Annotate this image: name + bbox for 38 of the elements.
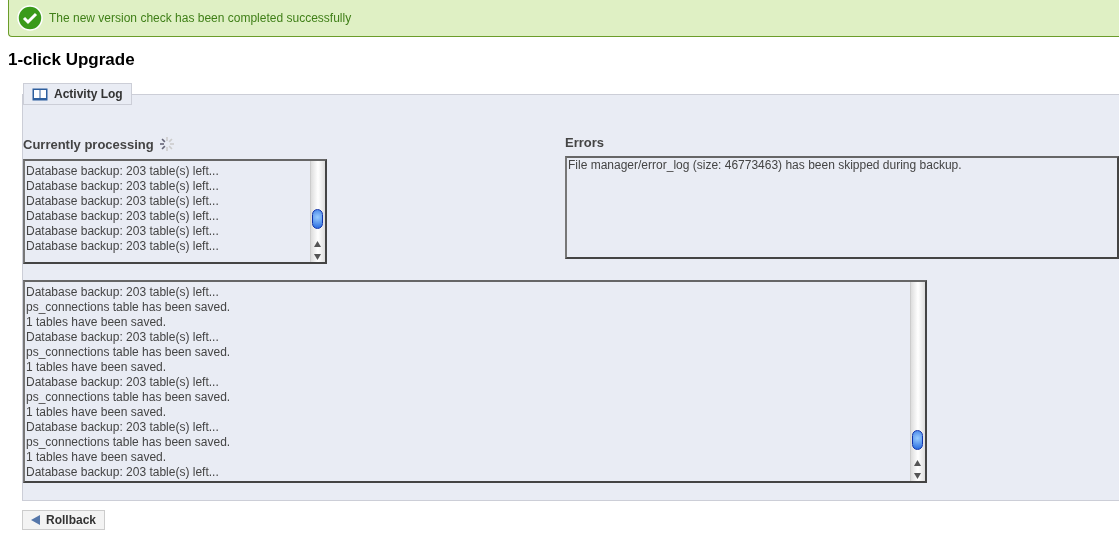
rollback-button[interactable]: Rollback [22, 510, 105, 530]
scrollbar[interactable] [910, 282, 925, 481]
log-line: Database backup: 203 table(s) left... [25, 224, 219, 239]
log-line: Database backup: 203 table(s) left... [25, 179, 219, 194]
processing-label: Currently processing [23, 136, 154, 152]
log-line: 1 tables have been saved. [25, 405, 167, 420]
scrollbar[interactable] [310, 161, 325, 262]
scroll-thumb[interactable] [312, 209, 323, 229]
scroll-up-icon[interactable] [914, 460, 921, 466]
log-line: Database backup: 203 table(s) left... [25, 375, 219, 390]
log-line: 1 tables have been saved. [25, 315, 167, 330]
log-line: 1 tables have been saved. [25, 360, 167, 375]
scroll-up-icon[interactable] [314, 241, 321, 247]
book-icon [32, 87, 48, 101]
banner-message: The new version check has been completed successfully [49, 11, 352, 25]
log-line: ps_connections table has been saved. [25, 390, 231, 405]
errors-label: Errors [565, 135, 605, 150]
log-line: Database backup: 203 table(s) left... [25, 239, 219, 254]
scroll-down-icon[interactable] [914, 473, 921, 479]
log-line: Database backup: 203 table(s) left... [25, 330, 219, 345]
log-line: Database backup: 203 table(s) left... [25, 164, 219, 179]
scroll-down-icon[interactable] [314, 254, 321, 260]
panel-legend: Activity Log [23, 83, 132, 105]
check-icon [17, 5, 43, 31]
page-title: 1-click Upgrade [8, 50, 136, 70]
scroll-thumb[interactable] [912, 430, 923, 450]
log-line: ps_connections table has been saved. [25, 300, 231, 315]
log-line: Database backup: 203 table(s) left... [25, 209, 219, 224]
log-line: Database backup: 203 table(s) left... [25, 420, 219, 435]
log-line: ps_connections table has been saved. [25, 345, 231, 360]
log-line: Database backup: 203 table(s) left... [25, 194, 219, 209]
back-arrow-icon [31, 515, 41, 525]
error-line: File manager/error_log (size: 46773463) has been skipped during backup. [567, 158, 962, 173]
log-line: 1 tables have been saved. [25, 450, 167, 465]
spinner-icon [157, 135, 176, 153]
log-line: ps_connections table has been saved. [25, 435, 231, 450]
log-line: Database backup: 203 table(s) left... [25, 465, 219, 480]
log-line: Database backup: 203 table(s) left... [25, 285, 219, 300]
